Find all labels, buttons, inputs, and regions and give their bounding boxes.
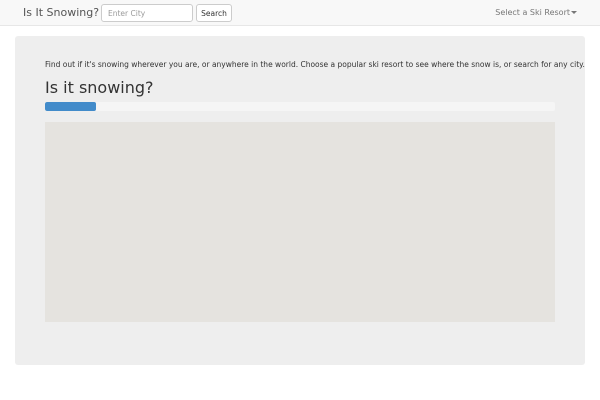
city-search-input[interactable] [101,4,193,22]
main-panel: Find out if it's snowing wherever you ar… [15,36,585,365]
brand-link[interactable]: Is It Snowing? [23,6,99,19]
loading-progress-bar [45,102,96,111]
navbar: Is It Snowing? Search Select a Ski Resor… [0,0,600,26]
intro-text: Find out if it's snowing wherever you ar… [45,60,585,69]
ski-resort-dropdown[interactable]: Select a Ski Resort [495,8,577,17]
caret-down-icon [571,11,577,14]
page-heading: Is it snowing? [45,78,154,97]
ski-resort-dropdown-label: Select a Ski Resort [495,8,570,17]
search-button[interactable]: Search [196,4,232,22]
loading-progress [45,102,555,111]
map-area[interactable] [45,122,555,322]
